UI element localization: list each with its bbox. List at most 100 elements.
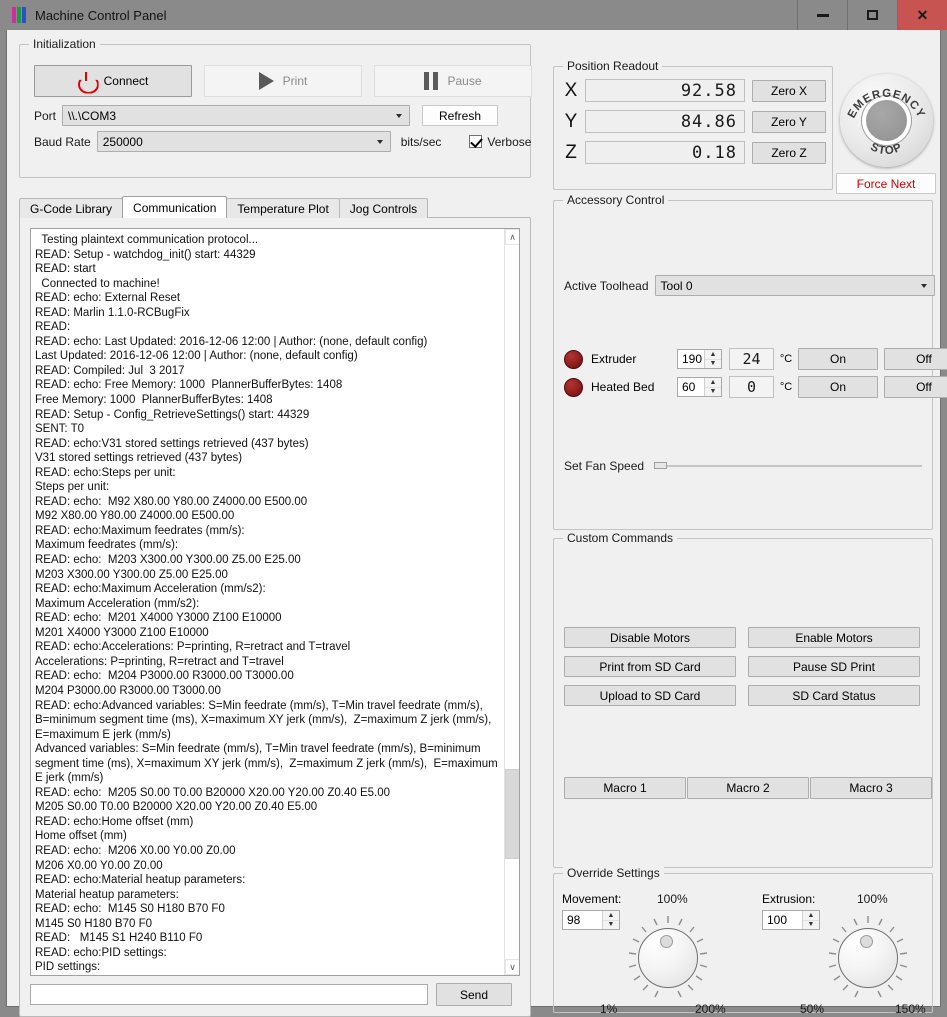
zero-y-button[interactable]: Zero Y [752,111,826,133]
extruder-target-spinbox[interactable]: 190 ▲▼ [677,349,722,369]
sd-card-status-button[interactable]: SD Card Status [748,685,920,706]
pause-icon [424,72,438,90]
emergency-stop-button[interactable]: EMERGENCY STOP [840,74,933,167]
spin-down-icon[interactable]: ▼ [803,921,819,930]
spin-up-icon[interactable]: ▲ [603,911,619,921]
connect-button[interactable]: Connect [34,65,192,97]
zero-x-button[interactable]: Zero X [752,80,826,102]
close-icon: ✕ [917,8,929,22]
extruder-label: Extruder [591,352,677,366]
chevron-down-icon [921,284,927,288]
console-line: READ: echo:Material heatup parameters: [35,873,500,888]
spin-down-icon[interactable]: ▼ [603,921,619,930]
scroll-down-arrow-icon[interactable]: ∨ [505,959,520,975]
macro-2-button[interactable]: Macro 2 [687,777,809,799]
knob-pointer [660,935,673,948]
bed-on-button[interactable]: On [798,376,878,398]
print-button[interactable]: Print [204,65,362,97]
position-readout-title: Position Readout [563,59,662,73]
extrusion-label: Extrusion: [762,892,815,906]
init-button-row: Connect Print Pause [34,65,532,97]
axis-value-z: 0.18 [585,141,745,164]
connect-label: Connect [104,74,149,88]
console-line: READ: echo: M145 S0 H180 B70 F0 [35,902,500,917]
spinner-arrows[interactable]: ▲▼ [602,911,619,929]
pause-button[interactable]: Pause [374,65,532,97]
console-line: READ: echo: M204 P3000.00 R3000.00 T3000… [35,669,500,684]
force-next-label: Force Next [857,177,916,191]
play-icon [259,72,274,90]
svg-text:STOP: STOP [868,141,904,157]
slider-track [654,465,922,467]
console-line: READ: echo: M205 S0.00 T0.00 B20000 X20.… [35,786,500,801]
refresh-button[interactable]: Refresh [422,105,498,126]
macro-1-button[interactable]: Macro 1 [564,777,686,799]
enable-motors-button[interactable]: Enable Motors [748,627,920,648]
toolhead-combobox[interactable]: Tool 0 [655,275,935,296]
send-button[interactable]: Send [436,983,512,1006]
client-area: Initialization Connect Print Pause Port [6,30,941,1007]
override-settings-group: Override Settings Movement: 100% 98 ▲▼ [553,873,933,1013]
bed-off-button[interactable]: Off [884,376,947,398]
fan-speed-slider[interactable] [654,459,922,473]
console-scrollbar[interactable]: ∧ ∨ [504,229,519,975]
maximize-button[interactable] [847,0,897,30]
upload-to-sd-button[interactable]: Upload to SD Card [564,685,736,706]
slider-handle[interactable] [654,462,667,469]
initialization-group: Initialization Connect Print Pause Port [19,44,531,178]
spinner-arrows[interactable]: ▲▼ [704,350,721,368]
console-line: READ: echo:Maximum Acceleration (mm/s2): [35,582,500,597]
console-log: Testing plaintext communication protocol… [31,229,504,975]
console-line: READ: Setup - watchdog_init() start: 443… [35,248,500,263]
baud-combobox[interactable]: 250000 [97,131,391,152]
print-from-sd-button[interactable]: Print from SD Card [564,656,736,677]
port-combobox[interactable]: \\.\COM3 [62,105,410,126]
console-line: M206 X0.00 Y0.00 Z0.00 [35,859,500,874]
movement-spinbox[interactable]: 98 ▲▼ [562,910,620,930]
extruder-off-button[interactable]: Off [884,348,947,370]
extrusion-min-label: 50% [800,1002,824,1016]
pause-sd-print-button[interactable]: Pause SD Print [748,656,920,677]
scroll-up-arrow-icon[interactable]: ∧ [505,229,520,245]
force-next-button[interactable]: Force Next [836,173,936,194]
console-line: READ: Setup - Config_RetrieveSettings() … [35,408,500,423]
command-input[interactable] [30,984,428,1005]
spinner-arrows[interactable]: ▲▼ [802,911,819,929]
tab-bar: G-Code Library Communication Temperature… [19,196,427,218]
extrusion-knob[interactable] [824,914,912,1002]
emergency-stop-text: EMERGENCY STOP [840,74,933,167]
console-line: READ: echo: Last Updated: 2016-12-06 12:… [35,335,500,350]
spin-up-icon[interactable]: ▲ [705,378,721,388]
minimize-icon [817,14,829,17]
tab-temperature-plot[interactable]: Temperature Plot [226,198,339,218]
spin-down-icon[interactable]: ▼ [705,388,721,397]
spin-down-icon[interactable]: ▼ [705,360,721,369]
tab-jog-controls[interactable]: Jog Controls [339,198,428,218]
disable-motors-button[interactable]: Disable Motors [564,627,736,648]
tab-communication[interactable]: Communication [122,196,227,218]
bed-target-spinbox[interactable]: 60 ▲▼ [677,377,722,397]
fan-speed-label: Set Fan Speed [564,459,644,473]
spin-up-icon[interactable]: ▲ [705,350,721,360]
verbose-checkbox[interactable]: Verbose [469,135,531,149]
extruder-on-button[interactable]: On [798,348,878,370]
close-button[interactable]: ✕ [897,0,947,30]
tab-label: Jog Controls [350,202,417,216]
extrusion-value: 100 [763,911,802,929]
extruder-current-temp: 24 [729,348,774,370]
zero-z-button[interactable]: Zero Z [752,142,826,164]
tab-gcode-library[interactable]: G-Code Library [19,198,123,218]
console-line: Connected to machine! [35,277,500,292]
spinner-arrows[interactable]: ▲▼ [704,378,721,396]
extrusion-spinbox[interactable]: 100 ▲▼ [762,910,820,930]
console-line: READ: echo:Steps per unit: [35,466,500,481]
minimize-button[interactable] [797,0,847,30]
custom-commands-group: Custom Commands Disable Motors Enable Mo… [553,538,933,868]
movement-knob[interactable] [624,914,712,1002]
spin-up-icon[interactable]: ▲ [803,911,819,921]
console-line: READ: echo:V31 stored settings retrieved… [35,437,500,452]
scrollbar-thumb[interactable] [505,769,520,859]
heater-row-bed: Heated Bed 60 ▲▼ 0 °C On Off [564,376,947,398]
macro-3-button[interactable]: Macro 3 [810,777,932,799]
application-window: Machine Control Panel ✕ Initialization C… [0,0,947,1013]
